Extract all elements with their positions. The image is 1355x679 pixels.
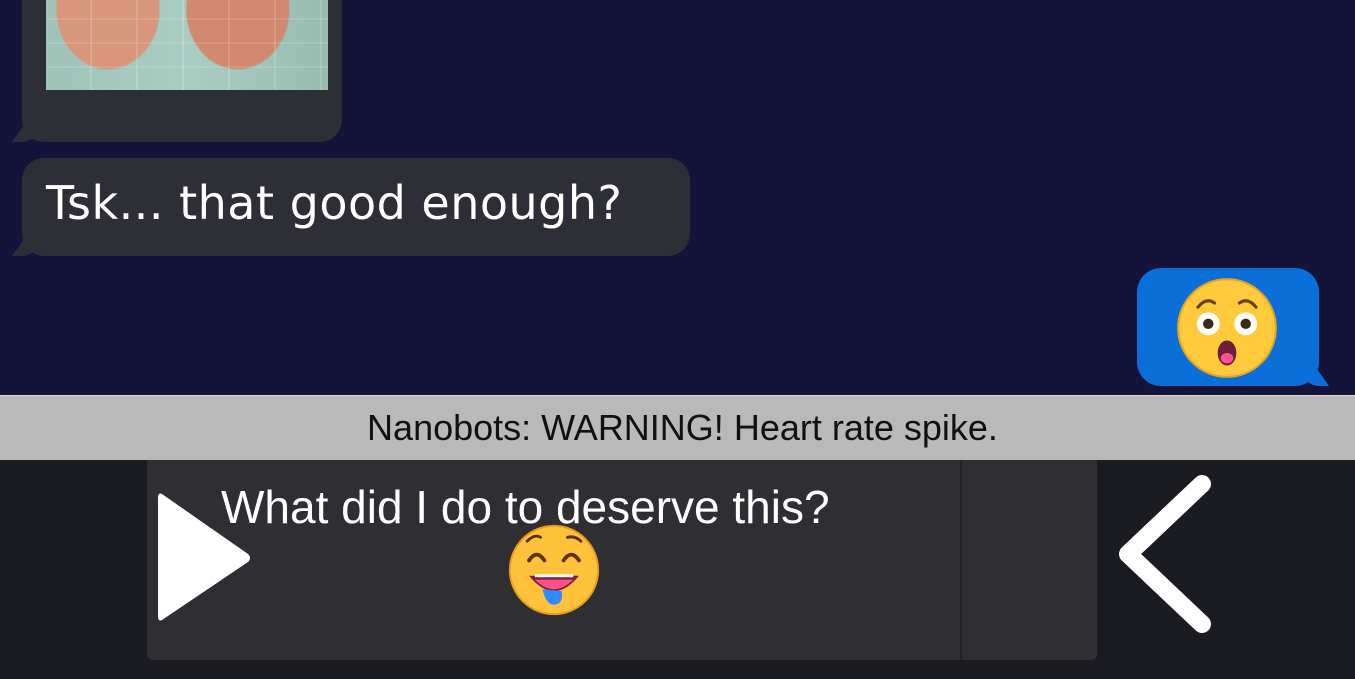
- bubble-tail: [1303, 364, 1329, 386]
- chat-thread: Tsk... that good enough?: [0, 0, 1355, 395]
- incoming-text-message: Tsk... that good enough?: [12, 158, 690, 256]
- play-icon[interactable]: [156, 486, 256, 626]
- dialog-box[interactable]: What did I do to deserve this?: [147, 460, 1097, 660]
- message-image[interactable]: [46, 0, 328, 90]
- bubble-tail: [12, 120, 38, 142]
- incoming-image-message[interactable]: [12, 0, 342, 142]
- astonished-face-emoji: [1177, 278, 1277, 378]
- banner-text: Nanobots: WARNING! Heart rate spike.: [367, 407, 998, 448]
- bubble-tail: [12, 234, 38, 256]
- message-text: Tsk... that good enough?: [46, 176, 623, 230]
- dialog-divider: [960, 460, 962, 660]
- notification-banner: Nanobots: WARNING! Heart rate spike.: [0, 395, 1355, 461]
- outgoing-emoji-message: [1137, 268, 1329, 386]
- chevron-left-icon[interactable]: [1110, 470, 1220, 640]
- drooling-face-emoji: [508, 524, 600, 616]
